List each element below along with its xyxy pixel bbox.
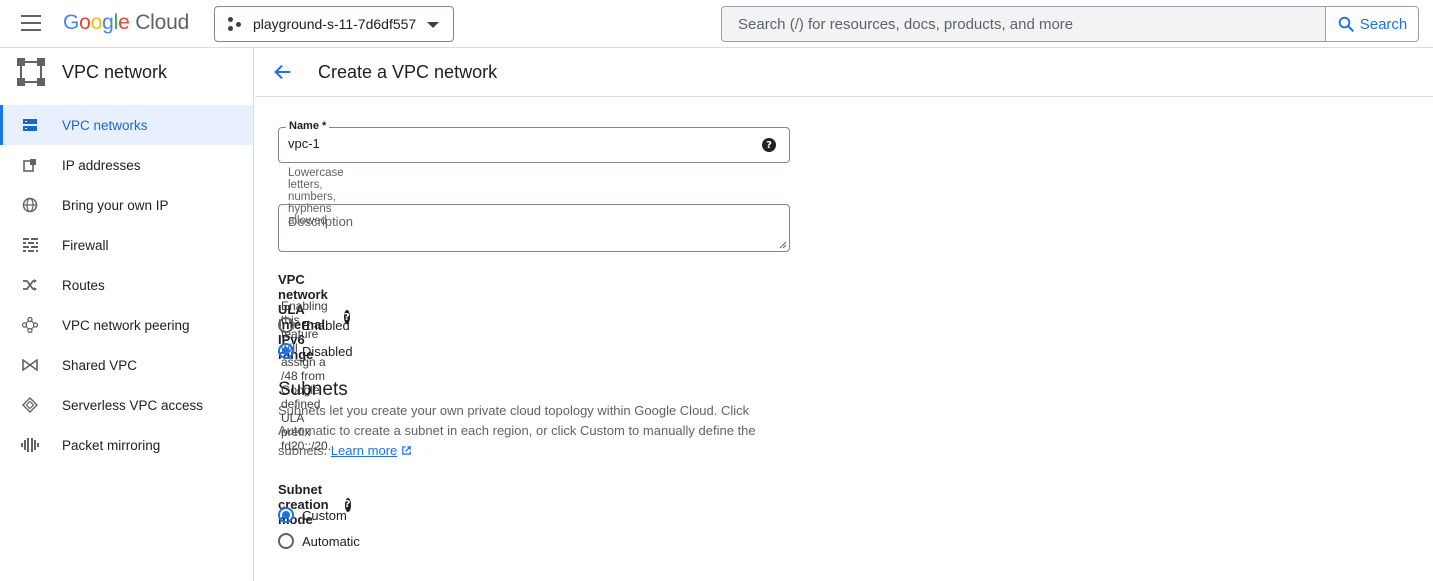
serverless-icon bbox=[21, 396, 39, 414]
external-link-icon bbox=[402, 446, 411, 455]
radio-label: Automatic bbox=[302, 533, 360, 549]
sidebar-item-label: Bring your own IP bbox=[62, 197, 169, 213]
peering-icon bbox=[21, 316, 39, 334]
packet-mirroring-icon bbox=[21, 436, 39, 454]
search-button-label: Search bbox=[1359, 15, 1408, 33]
sidebar-item-label: VPC networks bbox=[62, 117, 148, 133]
main-content: Create a VPC network Name * ? Lowercase … bbox=[255, 48, 1433, 581]
help-icon[interactable]: ? bbox=[762, 138, 776, 152]
firewall-icon bbox=[21, 236, 39, 254]
sidebar-item-firewall[interactable]: Firewall bbox=[0, 225, 253, 265]
ula-enabled-radio[interactable]: Enabled bbox=[278, 317, 350, 333]
sidebar-item-routes[interactable]: Routes bbox=[0, 265, 253, 305]
shared-vpc-icon bbox=[21, 356, 39, 374]
page-title: Create a VPC network bbox=[318, 61, 498, 82]
learn-more-link[interactable]: Learn more bbox=[331, 443, 397, 458]
sidebar-header: VPC network bbox=[0, 48, 253, 96]
ula-disabled-radio[interactable]: Disabled bbox=[278, 343, 353, 359]
sidebar-item-serverless-vpc-access[interactable]: Serverless VPC access bbox=[0, 385, 253, 425]
description-input[interactable] bbox=[288, 214, 778, 246]
sidebar-item-bring-your-own-ip[interactable]: Bring your own IP bbox=[0, 185, 253, 225]
sidebar-item-packet-mirroring[interactable]: Packet mirroring bbox=[0, 425, 253, 465]
routes-icon bbox=[21, 276, 39, 294]
ip-addresses-icon bbox=[21, 156, 39, 174]
radio-circle bbox=[278, 317, 294, 333]
menu-icon[interactable] bbox=[21, 15, 41, 31]
subnets-heading: Subnets bbox=[278, 379, 348, 400]
sidebar-item-shared-vpc[interactable]: Shared VPC bbox=[0, 345, 253, 385]
learn-more-text: Learn more bbox=[330, 443, 398, 458]
radio-circle bbox=[278, 533, 294, 549]
sidebar: VPC network VPC networks IP addresses Br… bbox=[0, 48, 254, 581]
radio-label: Custom bbox=[302, 507, 347, 523]
back-arrow-icon[interactable] bbox=[272, 61, 294, 83]
top-bar: Google Cloud playground-s-11-7d6df557 Se… bbox=[0, 0, 1433, 48]
search-button[interactable]: Search bbox=[1325, 6, 1419, 42]
subnets-description: Subnets let you create your own private … bbox=[278, 401, 778, 461]
search-input[interactable] bbox=[738, 15, 1310, 33]
radio-circle bbox=[278, 507, 294, 523]
description-field[interactable] bbox=[278, 204, 790, 252]
sidebar-item-label: VPC network peering bbox=[62, 317, 190, 333]
product-title: VPC network bbox=[62, 61, 168, 82]
name-field-label: Name * bbox=[286, 120, 330, 132]
name-field[interactable]: Name * ? bbox=[278, 120, 790, 163]
sidebar-item-label: Shared VPC bbox=[62, 357, 138, 373]
vpc-network-product-icon bbox=[17, 58, 45, 86]
caret-down-icon bbox=[427, 22, 439, 28]
name-input[interactable] bbox=[288, 136, 748, 151]
sidebar-item-label: Routes bbox=[62, 277, 105, 293]
sidebar-item-label: Packet mirroring bbox=[62, 437, 161, 453]
project-selector[interactable]: playground-s-11-7d6df557 bbox=[214, 6, 454, 42]
globe-icon bbox=[21, 196, 39, 214]
google-cloud-logo[interactable]: Google Cloud bbox=[63, 11, 189, 35]
sidebar-item-ip-addresses[interactable]: IP addresses bbox=[0, 145, 253, 185]
project-name: playground-s-11-7d6df557 bbox=[253, 16, 417, 32]
vpc-networks-icon bbox=[21, 116, 39, 134]
sidebar-item-label: Firewall bbox=[62, 237, 109, 253]
sidebar-item-label: Serverless VPC access bbox=[62, 397, 204, 413]
sidebar-item-vpc-networks[interactable]: VPC networks bbox=[0, 105, 253, 145]
search-box[interactable] bbox=[721, 6, 1326, 42]
sidebar-item-vpc-network-peering[interactable]: VPC network peering bbox=[0, 305, 253, 345]
project-icon bbox=[227, 16, 243, 32]
sidebar-item-label: IP addresses bbox=[62, 157, 141, 173]
radio-circle bbox=[278, 343, 294, 359]
resize-grip-icon[interactable] bbox=[779, 241, 787, 249]
subnet-mode-automatic-radio[interactable]: Automatic bbox=[278, 533, 360, 549]
sidebar-nav: VPC networks IP addresses Bring your own… bbox=[0, 105, 253, 465]
page-header: Create a VPC network bbox=[255, 48, 1433, 97]
search-icon bbox=[1338, 16, 1354, 32]
radio-label: Disabled bbox=[302, 343, 353, 359]
radio-label: Enabled bbox=[302, 317, 350, 333]
subnet-mode-custom-radio[interactable]: Custom bbox=[278, 507, 347, 523]
